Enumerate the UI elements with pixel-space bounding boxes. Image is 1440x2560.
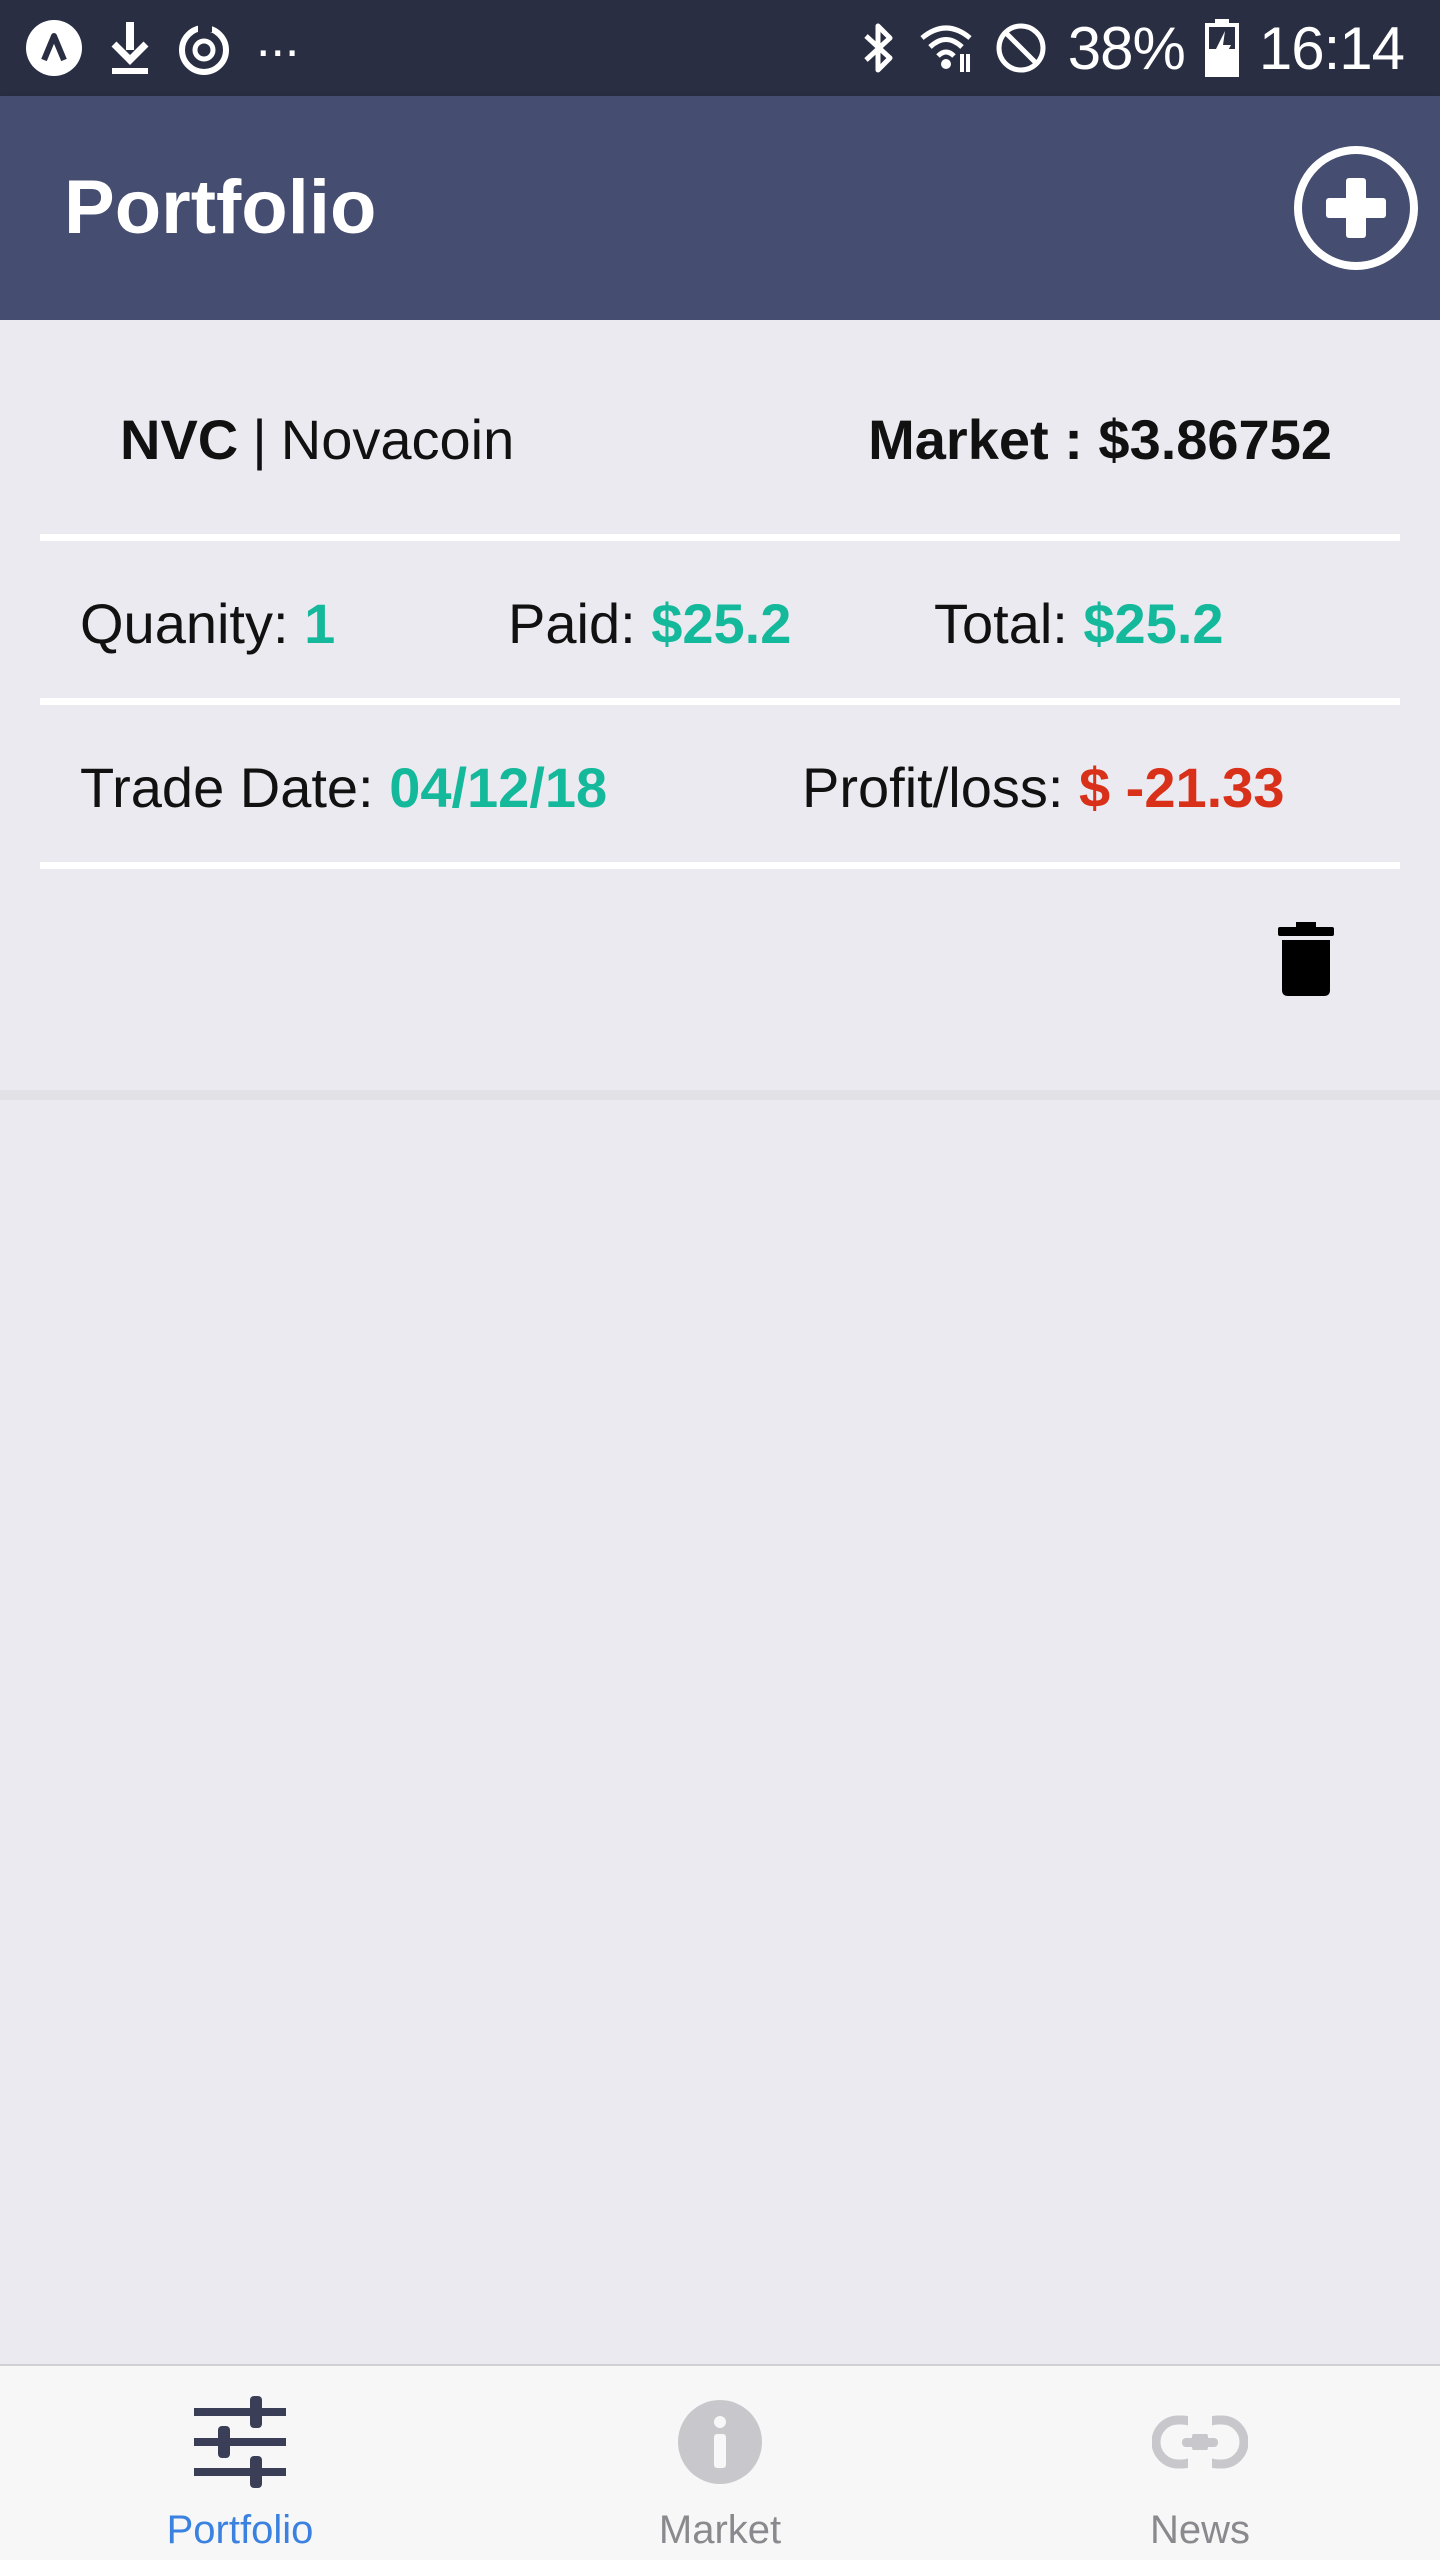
add-holding-button[interactable]	[1292, 144, 1420, 272]
coin-symbol: NVC	[120, 408, 239, 471]
profit-loss-label: Profit/loss:	[802, 756, 1079, 819]
trade-date-value: 04/12/18	[389, 756, 608, 819]
card-divider	[0, 1090, 1440, 1100]
market-label: Market :	[868, 408, 1099, 471]
do-not-disturb-icon	[996, 23, 1046, 73]
plus-circle-icon[interactable]	[1292, 144, 1420, 272]
coin-separator: |	[252, 408, 267, 471]
more-notifications-text: ...	[256, 10, 300, 68]
coin-title: NVC | Novacoin	[120, 408, 514, 472]
total-label: Total:	[934, 592, 1084, 655]
bluetooth-icon	[864, 23, 893, 73]
battery-percent: 38%	[1067, 14, 1186, 82]
tab-label-market: Market	[658, 2508, 782, 2552]
tab-label-portfolio: Portfolio	[166, 2508, 314, 2552]
app-bar: Portfolio	[0, 96, 1440, 320]
page-title: Portfolio	[64, 165, 377, 250]
sync-icon	[179, 22, 229, 75]
status-right-icons: 38% 16:14	[858, 14, 1405, 82]
quantity: Quanity: 1	[80, 592, 335, 656]
total-value: $25.2	[1083, 592, 1224, 655]
quantity-label: Quanity:	[80, 592, 305, 655]
market-price: Market : $3.86752	[868, 408, 1332, 472]
market-value: $3.86752	[1098, 408, 1332, 471]
divider	[40, 534, 1400, 541]
paid-value: $25.2	[651, 592, 792, 655]
info-icon[interactable]	[676, 2398, 764, 2486]
clock: 16:14	[1258, 14, 1405, 82]
delete-holding-button[interactable]	[1276, 922, 1348, 1010]
tab-news[interactable]: News	[960, 2366, 1440, 2560]
link-icon[interactable]	[1152, 2414, 1248, 2470]
paid: Paid: $25.2	[508, 592, 791, 656]
app-notification-icon	[26, 20, 82, 76]
trade-date: Trade Date: 04/12/18	[80, 756, 607, 820]
divider	[40, 862, 1400, 869]
bottom-tab-bar: Portfolio Market News	[0, 2364, 1440, 2560]
tab-label-news: News	[1149, 2508, 1251, 2552]
wifi-icon	[920, 25, 972, 72]
trade-date-label: Trade Date:	[80, 756, 390, 819]
trash-icon[interactable]	[1276, 922, 1336, 998]
tab-portfolio[interactable]: Portfolio	[0, 2366, 480, 2560]
quantity-value: 1	[304, 592, 336, 655]
tab-market[interactable]: Market	[480, 2366, 960, 2560]
download-icon	[111, 22, 149, 74]
holding-card: NVC | Novacoin Market : $3.86752 Quanity: …	[0, 320, 1440, 1092]
divider	[40, 698, 1400, 705]
sliders-icon[interactable]	[192, 2396, 288, 2488]
coin-name: Novacoin	[280, 408, 515, 471]
battery-charging-icon	[1204, 19, 1239, 77]
status-bar: ... 38% 16:14	[0, 0, 1440, 96]
profit-loss: Profit/loss: $ -21.33	[802, 756, 1284, 820]
profit-loss-value: $ -21.33	[1078, 756, 1285, 819]
status-left-icons: ...	[24, 10, 299, 78]
paid-label: Paid:	[508, 592, 652, 655]
total: Total: $25.2	[934, 592, 1224, 656]
